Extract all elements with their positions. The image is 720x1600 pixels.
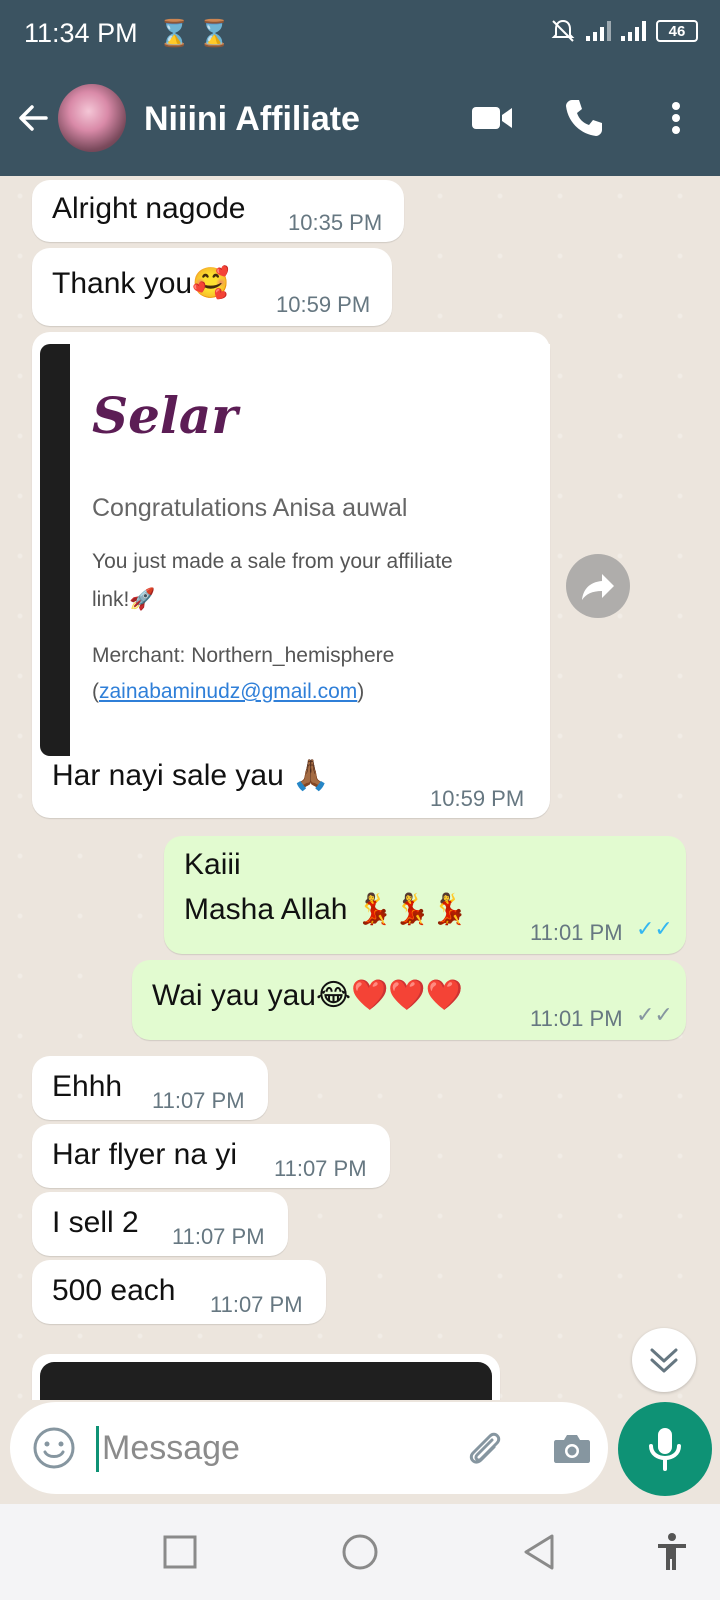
read-ticks-icon: ✓✓ — [636, 916, 673, 941]
recents-square-icon[interactable] — [156, 1528, 204, 1576]
incoming-message[interactable]: Alright nagode 10:35 PM — [32, 180, 404, 242]
incoming-message[interactable]: Har flyer na yi 11:07 PM — [32, 1124, 390, 1188]
card-merchant: Merchant: Northern_hemisphere — [92, 644, 395, 667]
signal-icon — [586, 21, 611, 41]
incoming-message[interactable]: I sell 2 11:07 PM — [32, 1192, 288, 1256]
message-text: Alright nagode — [52, 192, 246, 225]
message-time: 11:01 PM — [530, 920, 623, 945]
message-input[interactable] — [102, 1414, 432, 1482]
attach-icon[interactable] — [462, 1426, 506, 1470]
card-email-line: (zainabaminudz@gmail.com) — [92, 680, 364, 704]
chat-area[interactable]: Alright nagode 10:35 PM Thank you🥰 10:59… — [0, 176, 720, 1400]
selar-logo: Selar — [92, 386, 238, 445]
message-text: I sell 2 — [52, 1206, 139, 1239]
contact-avatar[interactable] — [58, 84, 126, 152]
home-circle-icon[interactable] — [336, 1528, 384, 1576]
contact-name[interactable]: Niiini Affiliate — [144, 100, 360, 139]
system-navigation-bar — [0, 1504, 720, 1600]
message-text: Thank you🥰 — [52, 267, 230, 300]
voice-call-icon[interactable] — [560, 94, 608, 142]
incoming-message[interactable]: Thank you🥰 10:59 PM — [32, 248, 392, 326]
message-text-line: Masha Allah 💃💃💃 — [184, 893, 468, 926]
outgoing-message[interactable]: Kaiii Masha Allah 💃💃💃 11:01 PM ✓✓ — [164, 836, 686, 954]
outgoing-message[interactable]: Wai yau yau😂❤️❤️❤️ 11:01 PM ✓✓ — [132, 960, 686, 1040]
message-time: 11:01 PM — [530, 1006, 623, 1031]
message-time: 11:07 PM — [274, 1156, 367, 1181]
chat-header: Niiini Affiliate — [0, 76, 720, 164]
selar-screenshot-image[interactable]: Selar Congratulations Anisa auwal You ju… — [40, 344, 550, 756]
message-input-container[interactable] — [10, 1402, 608, 1494]
card-body-line: link!🚀 — [92, 588, 156, 611]
accessibility-icon[interactable] — [648, 1528, 696, 1576]
message-time: 10:35 PM — [288, 210, 383, 235]
image-border — [40, 344, 70, 756]
incoming-message[interactable]: Ehhh 11:07 PM — [32, 1056, 268, 1120]
message-text: Ehhh — [52, 1070, 123, 1103]
battery-icon: 46 — [656, 20, 698, 42]
notifications-off-icon — [551, 19, 575, 42]
mic-icon — [649, 1428, 681, 1471]
status-time: 11:34 PM — [24, 18, 138, 48]
message-text: Har flyer na yi — [52, 1138, 238, 1171]
card-body-line: You just made a sale from your affiliate — [92, 550, 453, 573]
message-time: 11:07 PM — [172, 1224, 265, 1249]
video-call-icon[interactable] — [468, 94, 516, 142]
message-time: 11:07 PM — [210, 1292, 303, 1317]
hourglass-icon: ⌛ — [198, 18, 231, 48]
forward-button[interactable] — [566, 554, 630, 618]
back-arrow-icon[interactable] — [14, 94, 54, 142]
paren-close: ) — [357, 680, 365, 703]
card-email-link: zainabaminudz@gmail.com — [99, 680, 358, 703]
media-preview[interactable] — [40, 1362, 492, 1400]
incoming-message[interactable]: 500 each 11:07 PM — [32, 1260, 326, 1324]
hourglass-icon: ⌛ — [158, 18, 191, 48]
text-cursor — [96, 1426, 99, 1472]
message-text: 500 each — [52, 1274, 176, 1307]
more-options-icon[interactable] — [652, 94, 700, 142]
message-time: 10:59 PM — [276, 292, 371, 317]
forward-icon — [582, 574, 614, 600]
double-chevron-down-icon — [650, 1348, 678, 1373]
top-bar: 11:34 PM ⌛ ⌛ 46 Niiini Affiliate — [0, 0, 720, 176]
status-icons: 46 — [550, 18, 698, 44]
scroll-to-bottom-button[interactable] — [632, 1328, 696, 1392]
paren-open: ( — [92, 680, 99, 703]
message-text: Wai yau yau😂❤️❤️❤️ — [152, 979, 464, 1012]
status-bar: 11:34 PM ⌛ ⌛ 46 — [0, 0, 720, 64]
message-time: 10:59 PM — [430, 786, 525, 811]
composer-bar — [0, 1400, 720, 1504]
voice-message-button[interactable] — [618, 1402, 712, 1496]
image-caption: Har nayi sale yau 🙏🏾 — [52, 759, 330, 792]
camera-icon[interactable] — [550, 1426, 594, 1470]
emoji-icon[interactable] — [30, 1424, 78, 1472]
message-text-line: Kaiii — [184, 848, 241, 881]
delivered-ticks-icon: ✓✓ — [636, 1002, 673, 1027]
signal-icon — [621, 21, 646, 41]
card-heading: Congratulations Anisa auwal — [92, 494, 408, 522]
message-time: 11:07 PM — [152, 1088, 245, 1113]
back-triangle-icon[interactable] — [516, 1528, 564, 1576]
